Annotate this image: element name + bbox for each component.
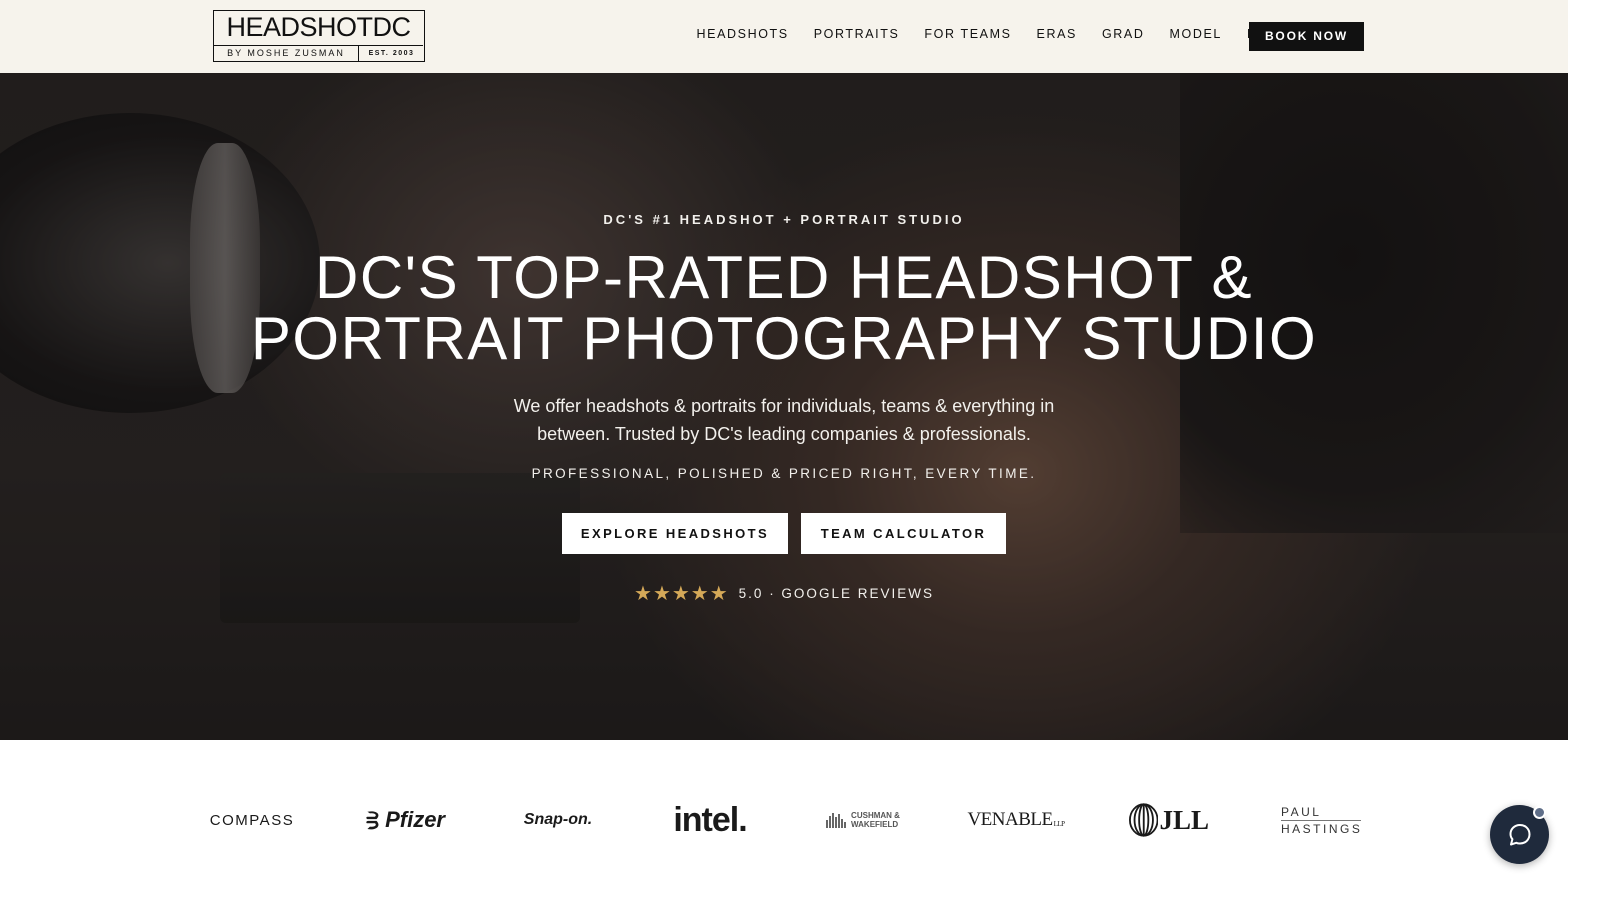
client-logo-venable: VENABLE LLP [967, 800, 1065, 840]
cushman-line1: CUSHMAN & [851, 811, 900, 820]
logo-subline: BY MOSHE ZUSMAN EST. 2003 [214, 45, 423, 61]
hero-section: DC'S #1 HEADSHOT + PORTRAIT STUDIO DC'S … [0, 73, 1568, 740]
cushman-skyline-icon [826, 813, 847, 828]
logo-established: EST. 2003 [368, 50, 415, 57]
venable-suffix: LLP [1053, 820, 1065, 828]
logo-wordmark: HEADSHOTDC [226, 12, 411, 42]
hero-eyebrow: DC'S #1 HEADSHOT + PORTRAIT STUDIO [603, 212, 965, 227]
main-nav: HEADSHOTS PORTRAITS FOR TEAMS ERAS GRAD … [684, 25, 1289, 45]
client-logo-intel: intel. [670, 800, 750, 840]
paul-line2: HASTINGS [1281, 821, 1363, 836]
hero-tagline: PROFESSIONAL, POLISHED & PRICED RIGHT, E… [531, 466, 1037, 481]
pfizer-logo-text: Pfizer [385, 807, 445, 832]
pfizer-mark-icon [366, 811, 379, 830]
book-now-button[interactable]: BOOK NOW [1249, 22, 1364, 51]
client-logo-strip: COMPASS Pfizer Snap-on. intel. CUSHMAN &… [0, 740, 1568, 882]
venable-logo-text: VENABLE [967, 809, 1053, 830]
jll-globe-icon [1129, 803, 1159, 837]
chat-notification-dot [1533, 806, 1546, 819]
star-icon: ★★★★★ [634, 583, 729, 605]
rating-text: 5.0 · GOOGLE REVIEWS [738, 586, 934, 601]
hero-headline-line2: PORTRAIT PHOTOGRAPHY STUDIO [250, 305, 1318, 372]
explore-headshots-button[interactable]: EXPLORE HEADSHOTS [562, 513, 788, 554]
client-logo-cushman-wakefield: CUSHMAN & WAKEFIELD [823, 800, 903, 840]
logo-byline: BY MOSHE ZUSMAN [214, 46, 359, 61]
nav-item-for-teams[interactable]: FOR TEAMS [912, 25, 1024, 45]
intel-logo-text: intel. [673, 800, 747, 839]
nav-item-headshots[interactable]: HEADSHOTS [684, 25, 801, 45]
snapon-logo-text: Snap-on. [523, 811, 593, 828]
client-logo-compass: COMPASS [209, 800, 295, 840]
hero-headline: DC'S TOP-RATED HEADSHOT & PORTRAIT PHOTO… [0, 247, 1568, 369]
site-header: HEADSHOTDC BY MOSHE ZUSMAN EST. 2003 HEA… [0, 0, 1568, 73]
client-logo-paul-hastings: PAUL HASTINGS [1281, 800, 1361, 840]
nav-item-grad[interactable]: GRAD [1089, 25, 1157, 45]
cushman-text: CUSHMAN & WAKEFIELD [851, 811, 900, 829]
nav-item-portraits[interactable]: PORTRAITS [801, 25, 912, 45]
paul-line1: PAUL [1281, 804, 1322, 819]
client-logo-jll: JLL [1129, 800, 1209, 840]
site-logo[interactable]: HEADSHOTDC BY MOSHE ZUSMAN EST. 2003 [213, 10, 425, 62]
jll-logo-text: JLL [1159, 804, 1209, 835]
client-logo-snapon: Snap-on. [518, 800, 598, 840]
team-calculator-button[interactable]: TEAM CALCULATOR [801, 513, 1006, 554]
nav-item-model[interactable]: MODEL [1157, 25, 1234, 45]
google-reviews-rating[interactable]: ★★★★★ 5.0 · GOOGLE REVIEWS [0, 581, 1568, 606]
compass-logo-text: COMPASS [209, 811, 295, 829]
chat-bubble-icon [1509, 823, 1530, 845]
paul-divider [1281, 819, 1361, 821]
client-logo-pfizer: Pfizer [365, 800, 445, 840]
hero-headline-line1: DC'S TOP-RATED HEADSHOT & [315, 244, 1253, 311]
nav-item-eras[interactable]: ERAS [1024, 25, 1089, 45]
hero-description: We offer headshots & portraits for indiv… [513, 396, 1055, 444]
cushman-line2: WAKEFIELD [851, 820, 899, 829]
